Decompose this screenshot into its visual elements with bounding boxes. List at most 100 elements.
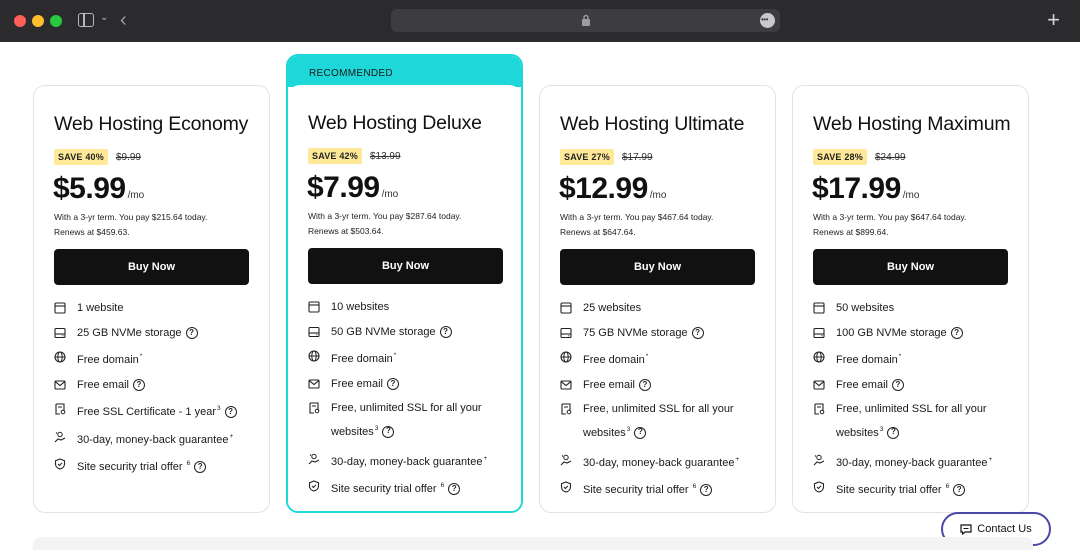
term-line-2: Renews at $459.63. [54, 227, 130, 237]
feature-ssl: Free, unlimited SSL for all your websites… [560, 401, 760, 443]
footnote-marker: 3 [216, 405, 221, 412]
feature-text: Free, unlimited SSL for all your [836, 403, 987, 415]
feature-security: Site security trial offer 6? [560, 479, 760, 498]
more-icon[interactable] [760, 12, 775, 28]
info-icon[interactable]: ? [448, 483, 461, 496]
info-icon[interactable]: ? [386, 377, 399, 390]
savings-row: SAVE 42% $13.99 [308, 148, 401, 164]
info-icon[interactable]: ? [439, 325, 452, 338]
storage-icon [813, 327, 825, 338]
old-price: $24.99 [874, 151, 906, 163]
info-icon[interactable]: ? [891, 378, 904, 391]
feature-text: Free email [77, 378, 129, 391]
minimize-window-button[interactable] [32, 15, 44, 27]
info-icon[interactable]: ? [194, 461, 207, 474]
feature-text: Free, unlimited SSL for all your [583, 403, 734, 415]
footnote-marker: 3 [374, 424, 379, 432]
price-row: $5.99 /mo [53, 172, 144, 206]
feature-guarantee: 30-day, money-back guarantee+ [308, 451, 508, 470]
sidebar-icon[interactable] [78, 13, 94, 27]
info-icon[interactable]: ? [950, 326, 963, 339]
info-icon[interactable]: ? [953, 484, 966, 497]
info-icon[interactable]: ? [691, 326, 704, 339]
feature-text: Site security trial offer [583, 484, 689, 496]
price-period: /mo [127, 190, 145, 201]
info-icon[interactable]: ? [887, 426, 900, 439]
info-icon[interactable]: ? [132, 378, 145, 391]
feature-guarantee: 30-day, money-back guarantee+ [813, 452, 1013, 471]
price-row: $17.99 /mo [812, 172, 919, 206]
footnote-marker: 3 [626, 425, 631, 433]
term-line-2: Renews at $647.64. [560, 227, 636, 237]
info-icon[interactable]: ? [382, 425, 395, 438]
buy-now-button[interactable]: Buy Now [813, 249, 1008, 285]
price-period: /mo [381, 189, 399, 200]
feature-domain: Free domain* [308, 348, 508, 367]
term-line-1: With a 3-yr term. You pay $215.64 today. [54, 212, 208, 222]
footnote-marker: 6 [186, 460, 191, 467]
footnote-marker: + [988, 455, 993, 463]
footnote-marker: 3 [879, 425, 884, 433]
certificate-icon [814, 403, 825, 415]
buy-now-button[interactable]: Buy Now [54, 249, 249, 285]
feature-ssl: Free, unlimited SSL for all your websites… [813, 401, 1013, 443]
feature-domain: Free domain* [560, 349, 760, 368]
plan-card-1: Web Hosting Economy SAVE 40% $9.99 $5.99… [33, 85, 270, 513]
money-back-icon [813, 454, 825, 465]
feature-text: 25 GB NVMe storage [77, 326, 182, 339]
feature-domain: Free domain* [54, 349, 254, 368]
feature-text: websites [583, 426, 626, 439]
address-bar[interactable] [391, 9, 780, 32]
term-text: With a 3-yr term. You pay $287.64 today.… [308, 209, 508, 239]
info-icon[interactable]: ? [638, 378, 651, 391]
storage-icon [560, 327, 572, 338]
info-icon[interactable]: ? [185, 326, 198, 339]
feature-security: Site security trial offer 6? [54, 456, 254, 475]
feature-websites: 50 websites [813, 300, 1013, 316]
buy-now-button[interactable]: Buy Now [560, 249, 755, 285]
website-icon [560, 302, 572, 314]
footnote-marker: 6 [692, 483, 697, 490]
info-icon[interactable]: ? [700, 484, 713, 497]
feature-text: Free email [583, 378, 635, 391]
shield-icon [560, 481, 572, 493]
shield-icon [54, 458, 66, 470]
feature-email: Free email? [308, 376, 508, 392]
chevron-down-icon[interactable]: ⌄ [100, 12, 108, 23]
chat-icon [960, 523, 972, 535]
term-line-2: Renews at $503.64. [308, 226, 384, 236]
footnote-marker: + [735, 455, 740, 463]
term-line-1: With a 3-yr term. You pay $287.64 today. [308, 211, 462, 221]
feature-text: Free domain [583, 354, 645, 366]
info-icon[interactable]: ? [224, 406, 237, 419]
feature-security: Site security trial offer 6? [813, 479, 1013, 498]
feature-email: Free email? [54, 377, 254, 393]
old-price: $13.99 [369, 150, 401, 162]
feature-text: 50 websites [836, 302, 895, 314]
price-period: /mo [902, 190, 920, 201]
back-arrow-icon[interactable]: ‹ [120, 8, 127, 32]
plan-card-4: Web Hosting Maximum SAVE 28% $24.99 $17.… [792, 85, 1029, 513]
feature-list: 25 websites 75 GB NVMe storage? Free domai… [560, 300, 760, 507]
footnote-marker: * [393, 352, 397, 359]
zoom-window-button[interactable] [50, 15, 62, 27]
footnote-marker: * [645, 353, 649, 360]
shield-icon [308, 480, 320, 492]
close-window-button[interactable] [14, 15, 26, 27]
footnote-marker: + [483, 454, 488, 462]
globe-icon [308, 350, 320, 362]
plan-card-body: Web Hosting Ultimate SAVE 27% $17.99 $12… [540, 86, 775, 512]
info-icon[interactable]: ? [634, 426, 647, 439]
shield-icon [813, 481, 825, 493]
save-badge: SAVE 42% [308, 148, 362, 164]
buy-now-button[interactable]: Buy Now [308, 248, 503, 284]
feature-text: 1 website [77, 302, 124, 314]
feature-storage: 100 GB NVMe storage? [813, 325, 1013, 341]
plus-icon[interactable]: + [1047, 7, 1060, 33]
feature-text: Site security trial offer [836, 484, 942, 496]
term-text: With a 3-yr term. You pay $215.64 today.… [54, 210, 254, 240]
savings-row: SAVE 27% $17.99 [560, 149, 653, 165]
website-icon [54, 302, 66, 314]
lock-icon [582, 14, 590, 26]
term-text: With a 3-yr term. You pay $647.64 today.… [813, 210, 1013, 240]
